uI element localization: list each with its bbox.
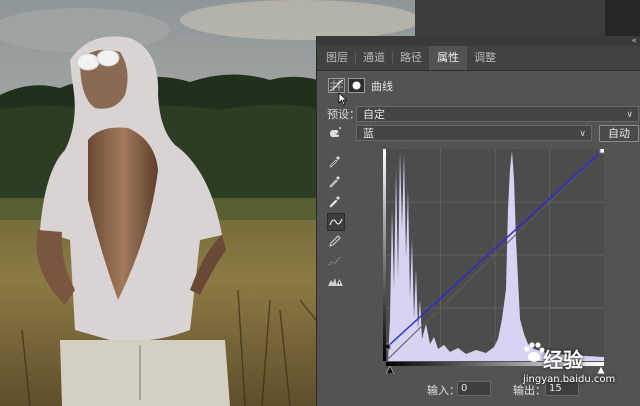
chevron-down-icon: ∨ bbox=[579, 129, 586, 139]
curves-title: 曲线 bbox=[371, 80, 393, 93]
layer-mask-icon[interactable] bbox=[348, 78, 365, 93]
curves-header: 曲线 bbox=[317, 74, 640, 106]
input-gradient-bar bbox=[386, 362, 604, 366]
tab-layers[interactable]: 图层 bbox=[319, 46, 355, 70]
white-point-handle[interactable] bbox=[599, 147, 606, 154]
clipping-warning-icon[interactable] bbox=[327, 273, 343, 289]
preset-dropdown[interactable]: 自定 ∨ bbox=[356, 106, 639, 122]
mask-circle-icon bbox=[349, 79, 364, 92]
curve-graph-svg bbox=[384, 147, 606, 362]
sample-white-eyedropper-icon[interactable] bbox=[327, 193, 343, 209]
panel-tabs: 图层 通道 路径 属性 调整 bbox=[317, 46, 640, 71]
channel-value: 蓝 bbox=[363, 127, 374, 140]
white-slider-icon[interactable] bbox=[597, 366, 605, 374]
pencil-draw-icon[interactable] bbox=[327, 233, 343, 249]
input-field[interactable]: 0 bbox=[457, 381, 491, 396]
hand-target-icon bbox=[330, 127, 341, 137]
curve-graph[interactable] bbox=[384, 147, 606, 362]
mouse-pointer-icon bbox=[338, 92, 348, 106]
output-field[interactable]: 15 bbox=[545, 381, 579, 396]
smooth-icon bbox=[328, 256, 342, 266]
properties-panel: « 图层 通道 路径 属性 调整 曲线 预设： 自定 ∨ 蓝 ∨ 自动 输入： … bbox=[316, 36, 640, 406]
options-bar bbox=[415, 0, 605, 36]
eyedropper-black-icon bbox=[329, 156, 340, 168]
output-label: 输出： bbox=[513, 384, 546, 397]
preset-value: 自定 bbox=[363, 108, 385, 121]
sample-gray-eyedropper-icon[interactable] bbox=[327, 173, 343, 189]
channel-dropdown[interactable]: 蓝 ∨ bbox=[356, 125, 592, 141]
curve-wave-icon bbox=[329, 218, 343, 226]
tab-adjustments[interactable]: 调整 bbox=[467, 46, 503, 70]
black-point-handle[interactable] bbox=[384, 343, 391, 350]
tab-properties[interactable]: 属性 bbox=[429, 46, 467, 70]
chevron-down-icon: ∨ bbox=[626, 110, 633, 120]
top-bar-area bbox=[415, 0, 640, 36]
tab-paths[interactable]: 路径 bbox=[393, 46, 429, 70]
pencil-icon bbox=[329, 235, 341, 247]
on-image-adjust-icon[interactable] bbox=[327, 125, 343, 141]
curves-grid-icon bbox=[329, 79, 344, 92]
tab-channels[interactable]: 通道 bbox=[356, 46, 392, 70]
eyedropper-gray-icon bbox=[329, 176, 340, 188]
curves-adjustment-icon[interactable] bbox=[328, 78, 345, 93]
smooth-curve-icon[interactable] bbox=[327, 253, 343, 269]
panel-header-bar: « bbox=[317, 36, 640, 46]
curve-point-icon[interactable] bbox=[327, 213, 345, 231]
collapse-icon[interactable]: « bbox=[631, 36, 637, 46]
warning-triangle-icon bbox=[328, 278, 343, 286]
black-slider-icon[interactable] bbox=[386, 366, 394, 374]
input-label: 输入： bbox=[427, 384, 460, 397]
eyedropper-white-icon bbox=[329, 196, 340, 208]
sample-black-eyedropper-icon[interactable] bbox=[327, 153, 343, 169]
auto-button[interactable]: 自动 bbox=[599, 125, 639, 142]
